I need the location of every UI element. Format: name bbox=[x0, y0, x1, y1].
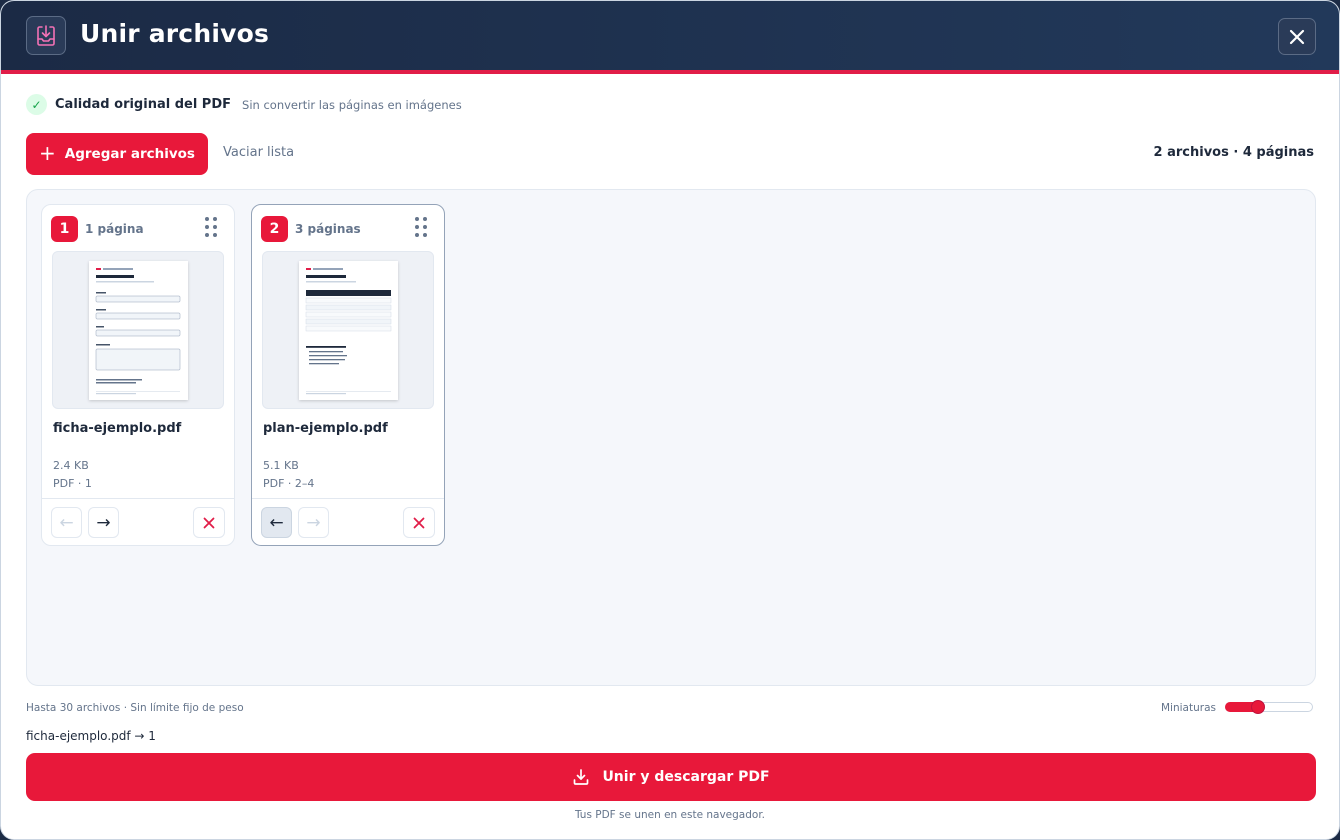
add-files-label: Agregar archivos bbox=[64, 146, 195, 162]
remove-file-button[interactable] bbox=[403, 507, 435, 538]
header-accent-bar bbox=[1, 70, 1339, 74]
file-order-badge: 1 bbox=[51, 216, 78, 242]
add-files-button[interactable]: + Agregar archivos bbox=[26, 133, 208, 175]
files-summary: 2 archivos · 4 páginas bbox=[1153, 145, 1314, 160]
slider-thumb[interactable] bbox=[1250, 700, 1265, 714]
check-icon: ✓ bbox=[26, 94, 47, 115]
privacy-note: Tus PDF se unen en este navegador. bbox=[574, 809, 766, 821]
dialog-title: Unir archivos bbox=[80, 19, 270, 48]
merge-download-button[interactable]: Unir y descargar PDF bbox=[26, 753, 1316, 801]
upload-limits: Hasta 30 archivos · Sin límite fijo de p… bbox=[26, 702, 244, 714]
plus-icon: + bbox=[39, 141, 56, 165]
file-page-count: 3 páginas bbox=[295, 222, 361, 236]
remove-icon bbox=[203, 517, 215, 528]
move-right-button[interactable]: → bbox=[298, 507, 329, 538]
thumbnail-size-slider[interactable] bbox=[1225, 700, 1313, 714]
drag-handle-icon[interactable] bbox=[205, 217, 219, 237]
close-icon bbox=[1289, 29, 1305, 44]
file-page-range: PDF · 1 bbox=[53, 477, 92, 490]
move-left-button[interactable]: ← bbox=[261, 507, 292, 538]
file-order-badge: 2 bbox=[261, 216, 288, 242]
close-button[interactable] bbox=[1278, 18, 1316, 55]
thumbnail-size-label: Miniaturas bbox=[1161, 702, 1216, 714]
file-card-actions: ← → bbox=[252, 498, 444, 546]
file-card[interactable]: 2 3 páginas plan-ejemplo.pdf 5.1 KB PDF … bbox=[251, 204, 445, 546]
file-card-actions: ← → bbox=[42, 498, 234, 546]
file-card[interactable]: 1 1 página ficha-ejemplo.pdf 2.4 KB PDF … bbox=[41, 204, 235, 546]
file-thumbnail bbox=[262, 251, 434, 409]
remove-file-button[interactable] bbox=[193, 507, 225, 538]
remove-icon bbox=[413, 517, 425, 528]
quality-label: Calidad original del PDF bbox=[55, 97, 232, 112]
page-preview bbox=[299, 261, 398, 400]
move-right-button[interactable]: → bbox=[88, 507, 119, 538]
file-name: plan-ejemplo.pdf bbox=[263, 421, 388, 436]
page-preview bbox=[89, 261, 188, 400]
merge-dialog: Unir archivos ✓ Calidad original del PDF… bbox=[0, 0, 1340, 840]
file-name: ficha-ejemplo.pdf bbox=[53, 421, 182, 436]
order-preview: ficha-ejemplo.pdf → 1 bbox=[26, 729, 156, 743]
quality-note: ✓ Calidad original del PDF Sin convertir… bbox=[26, 94, 462, 115]
download-icon bbox=[574, 769, 589, 785]
move-left-button[interactable]: ← bbox=[51, 507, 82, 538]
merge-download-label: Unir y descargar PDF bbox=[602, 769, 770, 785]
file-page-range: PDF · 2–4 bbox=[263, 477, 315, 490]
quality-description: Sin convertir las páginas en imágenes bbox=[242, 97, 462, 112]
merge-download-icon bbox=[26, 16, 66, 55]
file-size: 5.1 KB bbox=[263, 459, 299, 472]
file-page-count: 1 página bbox=[85, 222, 144, 236]
file-size: 2.4 KB bbox=[53, 459, 89, 472]
file-thumbnail bbox=[52, 251, 224, 409]
clear-list-link[interactable]: Vaciar lista bbox=[223, 145, 294, 160]
drag-handle-icon[interactable] bbox=[415, 217, 429, 237]
dialog-header: Unir archivos bbox=[1, 1, 1339, 70]
